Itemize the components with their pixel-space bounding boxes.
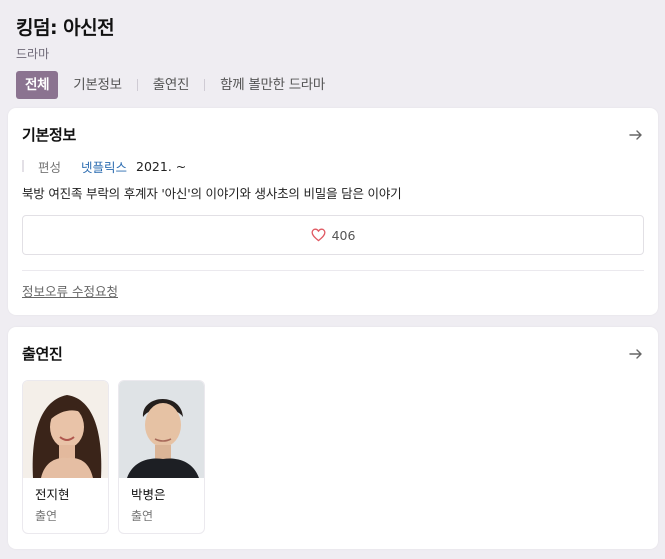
- heart-outline-icon: [311, 228, 326, 242]
- meta-divider: [22, 160, 24, 172]
- air-date: 2021. ~: [136, 158, 187, 174]
- cast-member-role: 출연: [35, 509, 58, 523]
- cast-header: 출연진: [22, 344, 644, 366]
- tab-similar-dramas[interactable]: 함께 볼만한 드라마: [220, 71, 325, 99]
- tab-bar: 전체 기본정보 출연진 함께 볼만한 드라마: [16, 71, 649, 99]
- synopsis: 북방 여진족 부락의 후계자 '아신'의 이야기와 생사초의 비밀을 담은 이야…: [22, 186, 402, 201]
- page-title: 킹덤: 아신전: [16, 17, 115, 39]
- actor-photo: [23, 381, 108, 478]
- like-count: 406: [331, 227, 356, 243]
- cast-member-role: 출연: [131, 509, 154, 523]
- channel-link[interactable]: 넷플릭스: [81, 157, 127, 176]
- page-header: 킹덤: 아신전 드라마 전체 기본정보 출연진 함께 볼만한 드라마: [0, 0, 665, 104]
- divider: [22, 270, 644, 271]
- cast-member-name: 박병은: [131, 487, 166, 502]
- actor-photo: [119, 381, 204, 478]
- tab-divider: [204, 79, 206, 91]
- cast-member-name: 전지현: [35, 487, 70, 502]
- tab-cast[interactable]: 출연진: [153, 71, 190, 99]
- cast-member-card[interactable]: 전지현 출연: [22, 380, 109, 534]
- report-error-link[interactable]: 정보오류 수정요청: [22, 283, 118, 301]
- broadcast-meta: 편성 넷플릭스 2021. ~: [22, 157, 186, 175]
- cast-title: 출연진: [22, 345, 63, 363]
- meta-label: 편성: [38, 159, 62, 175]
- cast-member-card[interactable]: 박병은 출연: [118, 380, 205, 534]
- cast-list: 전지현 출연 박병은 출연: [22, 380, 205, 534]
- genre-label: 드라마: [16, 47, 50, 61]
- tab-basic-info[interactable]: 기본정보: [73, 71, 122, 99]
- like-button[interactable]: 406: [22, 215, 644, 255]
- basic-info-title: 기본정보: [22, 126, 77, 144]
- tab-divider: [136, 79, 138, 91]
- tab-all[interactable]: 전체: [16, 71, 59, 99]
- cast-card-section: 출연진 전지현 출연 박병은 출연: [8, 327, 658, 549]
- basic-info-header: 기본정보: [22, 125, 644, 147]
- arrow-right-icon[interactable]: [628, 127, 644, 143]
- arrow-right-icon[interactable]: [628, 346, 644, 362]
- basic-info-card: 기본정보 편성 넷플릭스 2021. ~ 북방 여진족 부락의 후계자 '아신'…: [8, 108, 658, 315]
